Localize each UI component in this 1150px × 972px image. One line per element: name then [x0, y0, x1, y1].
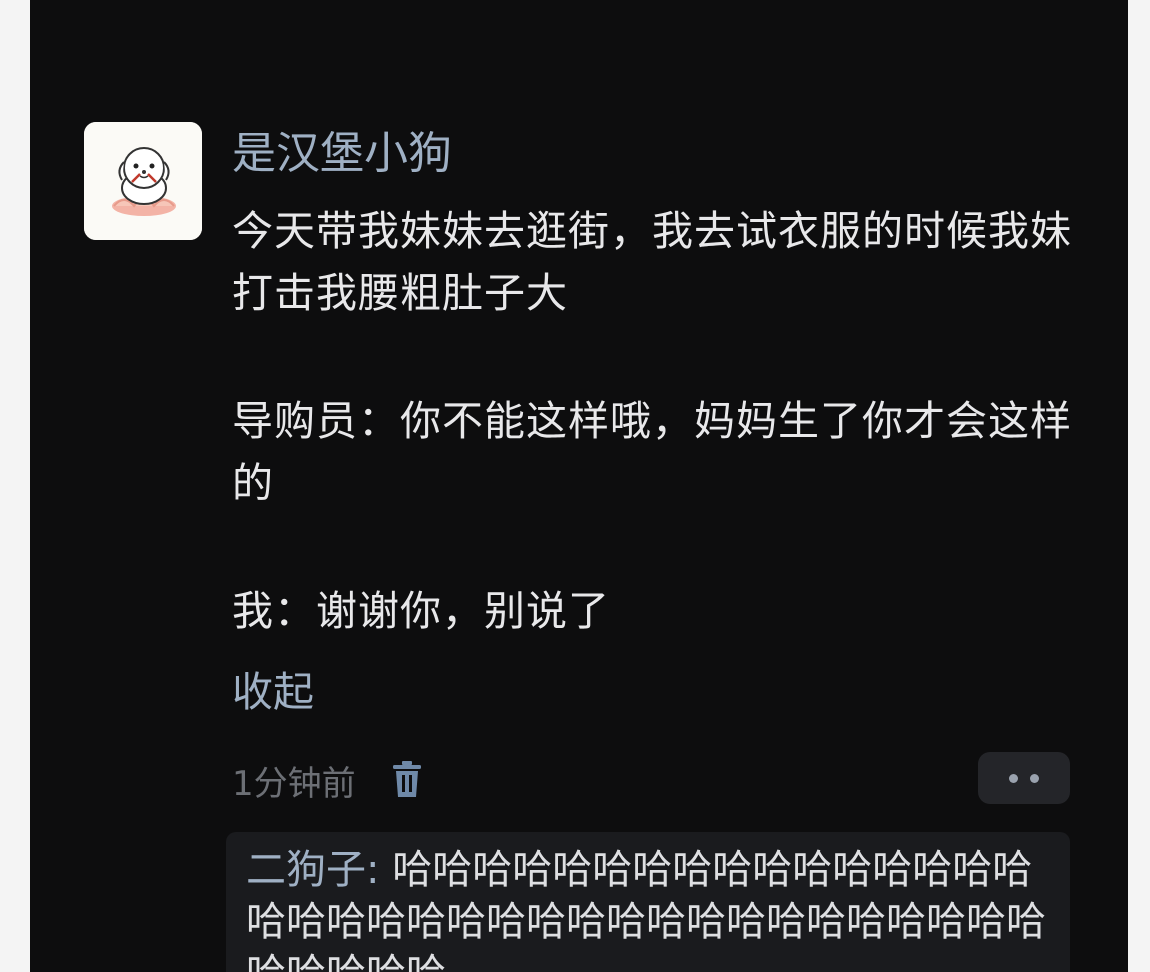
- comment-timestamp: 1分钟前: [232, 763, 356, 804]
- dog-avatar-icon: [84, 122, 202, 240]
- reply-content: 二狗子: 哈哈哈哈哈哈哈哈哈哈哈哈哈哈哈哈哈哈哈哈哈哈哈哈哈哈哈哈哈哈哈哈哈哈哈…: [246, 844, 1054, 972]
- comment-body: 今天带我妹妹去逛街，我去试衣服的时候我妹打击我腰粗肚子大 导购员：你不能这样哦，…: [232, 200, 1072, 642]
- reply-preview[interactable]: 二狗子: 哈哈哈哈哈哈哈哈哈哈哈哈哈哈哈哈哈哈哈哈哈哈哈哈哈哈哈哈哈哈哈哈哈哈哈…: [226, 832, 1070, 972]
- reply-author[interactable]: 二狗子: [246, 847, 366, 893]
- trash-icon[interactable]: [390, 761, 424, 799]
- more-dots-icon: [1009, 773, 1018, 783]
- reply-separator: :: [366, 847, 393, 893]
- comment-paragraph: 今天带我妹妹去逛街，我去试衣服的时候我妹打击我腰粗肚子大: [232, 207, 1072, 317]
- comment-paragraph: 我：谢谢你，别说了: [232, 587, 610, 635]
- comment-paragraph: 导购员：你不能这样哦，妈妈生了你才会这样的: [232, 397, 1072, 507]
- avatar[interactable]: [84, 122, 202, 240]
- comment-panel: 是汉堡小狗 今天带我妹妹去逛街，我去试衣服的时候我妹打击我腰粗肚子大 导购员：你…: [30, 0, 1128, 972]
- more-dots-icon: [1030, 773, 1039, 783]
- collapse-link[interactable]: 收起: [232, 664, 314, 720]
- comment-meta: 1分钟前: [232, 754, 424, 806]
- comment-username[interactable]: 是汉堡小狗: [232, 126, 452, 182]
- more-options-button[interactable]: [978, 752, 1070, 804]
